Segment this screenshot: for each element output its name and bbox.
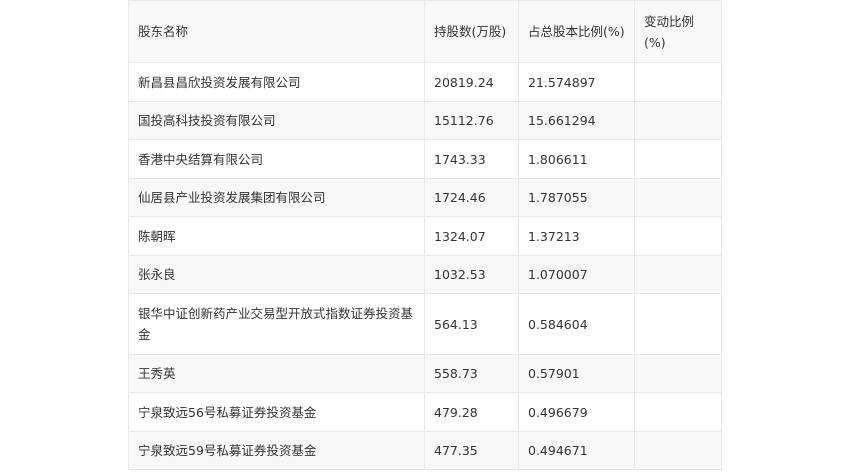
cell-ratio: 0.57901 xyxy=(518,354,635,393)
cell-change xyxy=(634,216,722,256)
cell-change xyxy=(634,431,722,470)
cell-name: 仙居县产业投资发展集团有限公司 xyxy=(128,178,425,217)
cell-change xyxy=(634,255,722,294)
cell-change xyxy=(634,392,722,432)
header-shares: 持股数(万股) xyxy=(424,0,519,63)
table-header-row: 股东名称 持股数(万股) 占总股本比例(%) 变动比例(%) xyxy=(128,0,722,63)
cell-name: 陈朝晖 xyxy=(128,216,425,256)
cell-ratio: 15.661294 xyxy=(518,101,635,140)
cell-shares: 477.35 xyxy=(424,431,519,470)
cell-ratio: 1.787055 xyxy=(518,178,635,217)
cell-shares: 20819.24 xyxy=(424,62,519,102)
cell-change xyxy=(634,139,722,179)
cell-ratio: 0.584604 xyxy=(518,293,635,355)
cell-ratio: 1.37213 xyxy=(518,216,635,256)
cell-shares: 1032.53 xyxy=(424,255,519,294)
cell-name: 银华中证创新药产业交易型开放式指数证券投资基金 xyxy=(128,293,425,355)
table-row: 王秀英 558.73 0.57901 xyxy=(128,354,722,393)
header-ratio: 占总股本比例(%) xyxy=(518,0,635,63)
cell-ratio: 0.494671 xyxy=(518,431,635,470)
table-row: 银华中证创新药产业交易型开放式指数证券投资基金 564.13 0.584604 xyxy=(128,293,722,355)
shareholder-table: 股东名称 持股数(万股) 占总股本比例(%) 变动比例(%) 新昌县昌欣投资发展… xyxy=(128,0,722,470)
cell-name: 宁泉致远59号私募证券投资基金 xyxy=(128,431,425,470)
cell-ratio: 1.806611 xyxy=(518,139,635,179)
cell-name: 国投高科技投资有限公司 xyxy=(128,101,425,140)
cell-shares: 1324.07 xyxy=(424,216,519,256)
table-row: 张永良 1032.53 1.070007 xyxy=(128,255,722,294)
cell-name: 香港中央结算有限公司 xyxy=(128,139,425,179)
table-row: 香港中央结算有限公司 1743.33 1.806611 xyxy=(128,139,722,179)
cell-ratio: 0.496679 xyxy=(518,392,635,432)
cell-change xyxy=(634,178,722,217)
header-change: 变动比例(%) xyxy=(634,0,722,63)
shareholder-table-container: 股东名称 持股数(万股) 占总股本比例(%) 变动比例(%) 新昌县昌欣投资发展… xyxy=(128,0,722,470)
cell-change xyxy=(634,62,722,102)
cell-shares: 558.73 xyxy=(424,354,519,393)
cell-change xyxy=(634,101,722,140)
cell-ratio: 21.574897 xyxy=(518,62,635,102)
table-row: 陈朝晖 1324.07 1.37213 xyxy=(128,216,722,256)
cell-ratio: 1.070007 xyxy=(518,255,635,294)
table-row: 宁泉致远59号私募证券投资基金 477.35 0.494671 xyxy=(128,431,722,470)
cell-shares: 479.28 xyxy=(424,392,519,432)
cell-change xyxy=(634,354,722,393)
cell-name: 宁泉致远56号私募证券投资基金 xyxy=(128,392,425,432)
cell-shares: 1724.46 xyxy=(424,178,519,217)
cell-shares: 1743.33 xyxy=(424,139,519,179)
cell-name: 王秀英 xyxy=(128,354,425,393)
table-row: 仙居县产业投资发展集团有限公司 1724.46 1.787055 xyxy=(128,178,722,217)
cell-change xyxy=(634,293,722,355)
cell-shares: 15112.76 xyxy=(424,101,519,140)
table-row: 新昌县昌欣投资发展有限公司 20819.24 21.574897 xyxy=(128,62,722,102)
table-row: 国投高科技投资有限公司 15112.76 15.661294 xyxy=(128,101,722,140)
cell-name: 新昌县昌欣投资发展有限公司 xyxy=(128,62,425,102)
header-shareholder-name: 股东名称 xyxy=(128,0,425,63)
cell-shares: 564.13 xyxy=(424,293,519,355)
table-row: 宁泉致远56号私募证券投资基金 479.28 0.496679 xyxy=(128,392,722,432)
cell-name: 张永良 xyxy=(128,255,425,294)
